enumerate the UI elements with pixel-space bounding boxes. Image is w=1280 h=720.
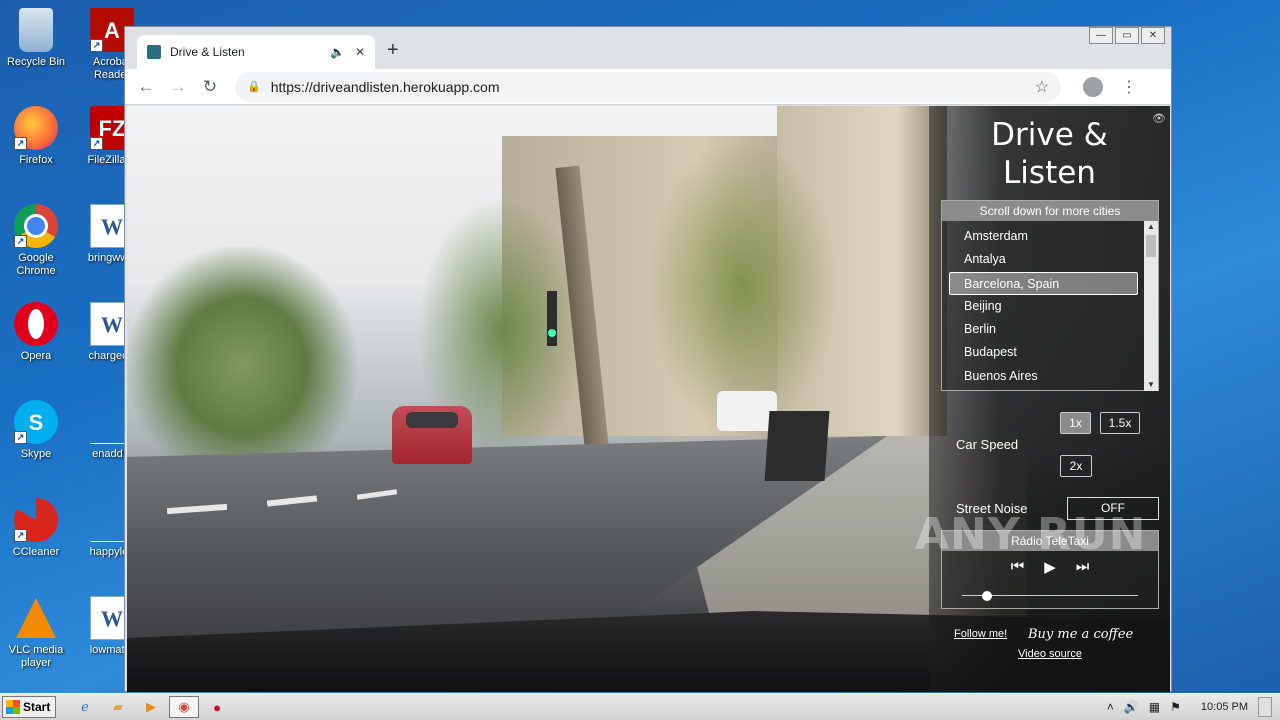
speed-1x-button[interactable]: 1x — [1060, 412, 1091, 434]
kebab-menu-icon[interactable]: ⋮ — [1121, 77, 1137, 97]
desktop-icon-vlc[interactable]: VLC media player — [0, 596, 72, 670]
taskbar-chrome-icon[interactable]: ◉ — [169, 696, 199, 718]
speed-2x-button[interactable]: 2x — [1060, 455, 1092, 477]
city-selector: Scroll down for more cities Amsterdam An… — [941, 200, 1159, 391]
car-speed-label: Car Speed — [956, 437, 1019, 452]
control-panel: 👁 Drive & Listen Scroll down for more cit… — [929, 106, 1170, 692]
browser-toolbar: ← → ↻ 🔒 https://driveandlisten.herokuapp… — [125, 69, 1171, 105]
tab-title: Drive & Listen — [170, 45, 245, 59]
city-item[interactable]: Berlin — [949, 318, 1138, 341]
opera-icon — [14, 302, 58, 346]
firefox-icon: ↗ — [14, 106, 58, 150]
desktop-icon-label: Recycle Bin — [6, 56, 66, 68]
city-list-header: Scroll down for more cities — [942, 201, 1158, 221]
system-tray: ˄ 🔊 ▦ ⚑ 10:05 PM — [1107, 697, 1280, 717]
city-item-selected[interactable]: Barcelona, Spain — [949, 271, 1138, 295]
minimize-button[interactable]: — — [1089, 27, 1113, 44]
follow-me-link[interactable]: Follow me! — [954, 628, 1007, 640]
street-scene — [547, 291, 557, 346]
desktop-icon-recycle-bin[interactable]: Recycle Bin — [0, 8, 72, 69]
skype-icon: S ↗ — [14, 400, 58, 444]
speaker-icon[interactable]: 🔈 — [330, 45, 345, 59]
favicon-icon — [147, 45, 161, 59]
scrollbar-thumb[interactable] — [1146, 235, 1156, 257]
desktop-icon-chrome[interactable]: ↗ Google Chrome — [0, 204, 72, 278]
bookmark-star-icon[interactable]: ☆ — [1035, 77, 1049, 97]
back-arrow-icon[interactable]: ← — [135, 77, 157, 97]
flag-icon[interactable]: ⚑ — [1170, 700, 1181, 714]
desktop-icon-label: Opera — [20, 350, 52, 362]
close-tab-icon[interactable]: ✕ — [355, 45, 365, 59]
street-scene — [764, 411, 830, 481]
ccleaner-icon: ↗ — [14, 498, 58, 542]
anyrun-watermark: ANY RUN — [915, 509, 1147, 560]
play-icon[interactable]: ▶ — [1044, 558, 1056, 576]
network-icon[interactable]: ▦ — [1149, 700, 1160, 714]
reload-icon[interactable]: ↻ — [199, 77, 221, 97]
desktop-icon-opera[interactable]: Opera — [0, 302, 72, 363]
scroll-up-icon[interactable]: ▲ — [1144, 221, 1158, 233]
close-window-button[interactable]: ✕ — [1141, 27, 1165, 44]
start-label: Start — [23, 700, 51, 714]
windows-logo-icon — [6, 700, 20, 714]
browser-tab[interactable]: Drive & Listen 🔈 ✕ — [137, 35, 375, 69]
next-track-icon[interactable]: ⏭ — [1076, 558, 1090, 576]
city-item[interactable]: Antalya — [949, 248, 1138, 271]
desktop-icon-label: CCleaner — [12, 546, 60, 558]
window-controls: — ▭ ✕ — [1089, 27, 1165, 44]
speed-1.5x-button[interactable]: 1.5x — [1100, 412, 1140, 434]
taskbar-opera-icon[interactable]: ● — [202, 696, 232, 718]
tray-expand-icon[interactable]: ˄ — [1107, 700, 1114, 714]
vlc-icon — [14, 596, 58, 640]
desktop-icon-ccleaner[interactable]: ↗ CCleaner — [0, 498, 72, 559]
taskbar-ie-icon[interactable]: ℯ — [70, 696, 100, 718]
address-bar[interactable]: 🔒 https://driveandlisten.herokuapp.com ☆ — [235, 71, 1061, 102]
previous-track-icon[interactable]: ⏮ — [1011, 558, 1025, 576]
profile-avatar-icon[interactable] — [1083, 76, 1103, 97]
start-button[interactable]: Start — [2, 696, 56, 718]
street-scene — [392, 406, 472, 464]
browser-window: — ▭ ✕ Drive & Listen 🔈 ✕ + ← → ↻ 🔒 https… — [124, 26, 1172, 692]
maximize-button[interactable]: ▭ — [1115, 27, 1139, 44]
volume-slider[interactable] — [962, 591, 1138, 601]
taskbar-explorer-icon[interactable]: ▰ — [103, 696, 133, 718]
video-source-link[interactable]: Video source — [1018, 648, 1082, 660]
lock-icon: 🔒 — [247, 81, 261, 93]
city-scrollbar[interactable]: ▲ ▼ — [1144, 221, 1158, 391]
city-item[interactable]: Budapest — [949, 341, 1138, 364]
street-scene — [127, 246, 357, 486]
city-item[interactable]: Beijing — [949, 295, 1138, 318]
volume-icon[interactable]: 🔊 — [1124, 700, 1139, 714]
clock[interactable]: 10:05 PM — [1201, 701, 1248, 713]
url-text: https://driveandlisten.herokuapp.com — [270, 78, 500, 95]
recycle-bin-icon — [19, 8, 53, 52]
taskbar-media-player-icon[interactable]: ▶ — [136, 696, 166, 718]
radio-controls: ⏮ ▶ ⏭ — [942, 558, 1158, 576]
city-item[interactable]: Buenos Aires — [949, 365, 1138, 388]
scroll-down-icon[interactable]: ▼ — [1144, 379, 1158, 391]
desktop-icon-firefox[interactable]: ↗ Firefox — [0, 106, 72, 167]
desktop-icon-skype[interactable]: S ↗ Skype — [0, 400, 72, 461]
buy-me-a-coffee-link[interactable]: Buy me a coffee — [1028, 627, 1133, 642]
volume-slider-handle[interactable] — [981, 591, 992, 601]
city-list[interactable]: Amsterdam Antalya Barcelona, Spain Beiji… — [942, 221, 1145, 391]
desktop-icon-label: Skype — [20, 448, 52, 460]
app-title: Drive & Listen — [991, 117, 1108, 191]
video-viewport: 👁 Drive & Listen Scroll down for more cit… — [127, 106, 1170, 692]
new-tab-button[interactable]: + — [387, 39, 399, 62]
show-desktop-button[interactable] — [1258, 697, 1272, 717]
taskbar: Start ℯ ▰ ▶ ◉ ● ˄ 🔊 ▦ ⚑ 10:05 PM — [0, 693, 1280, 720]
desktop-icon-label: VLC media player — [8, 644, 64, 669]
chrome-icon: ↗ — [14, 204, 58, 248]
desktop-icon-label: Firefox — [19, 154, 53, 166]
city-item[interactable]: Amsterdam — [949, 225, 1138, 248]
desktop-icon-label: Google Chrome — [16, 252, 56, 277]
forward-arrow-icon[interactable]: → — [167, 77, 189, 97]
